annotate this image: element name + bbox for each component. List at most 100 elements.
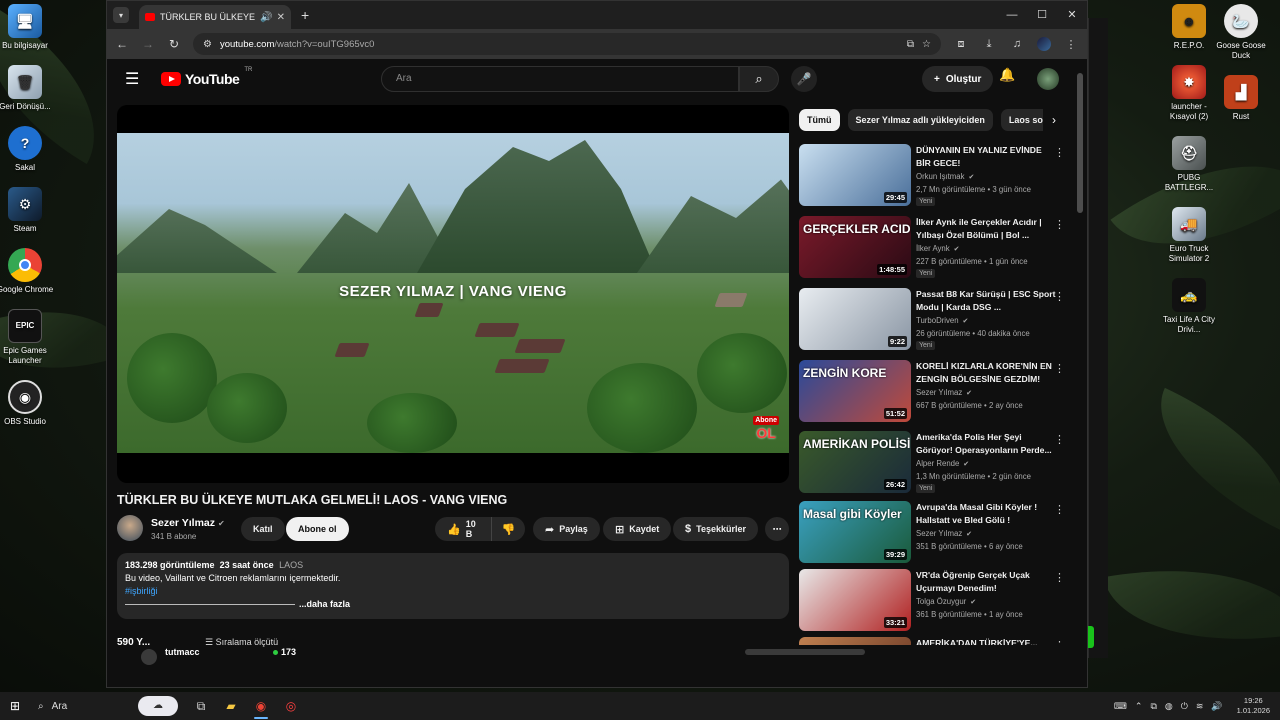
description-box[interactable]: 183.298 görüntüleme 23 saat önce LAOS Bu… <box>117 553 789 619</box>
sort-comments-button[interactable]: ☰ Sıralama ölçütü <box>205 637 278 648</box>
hamburger-menu-icon[interactable]: ☰ <box>125 69 141 89</box>
dislike-button[interactable]: 👎 <box>491 517 525 541</box>
recommendation-item[interactable]: GERÇEKLER ACIDIR 1:48:55 İlker Aynk ile Ge… <box>799 216 1069 278</box>
kebab-menu-icon[interactable]: ⋮ <box>1054 571 1065 584</box>
speaker-icon[interactable]: 🔊 <box>260 12 272 23</box>
network-icon[interactable]: ◍ <box>1165 701 1173 712</box>
windows-start-icon[interactable]: ⊞ <box>0 699 30 713</box>
recommendation-channel-wrap[interactable]: TurboDriven ✔ <box>916 316 968 325</box>
search-button[interactable]: ⌕ <box>739 66 779 92</box>
video-player[interactable]: SEZER YILMAZ | VANG VIENG Abone OL <box>117 105 789 483</box>
more-actions-button[interactable]: ⋯ <box>765 517 789 541</box>
reload-icon[interactable]: ↻ <box>167 37 181 51</box>
usb-icon[interactable]: ⏻ <box>1181 701 1188 712</box>
recommendation-channel-wrap[interactable]: Sezer Yılmaz ✔ <box>916 388 972 397</box>
desktop-icon-pubg[interactable]: ⛑ PUBG BATTLEGR... <box>1158 136 1220 193</box>
taskbar-search[interactable]: ⌕ Ara ☁ <box>30 692 186 720</box>
keyboard-icon[interactable]: ⌨ <box>1114 701 1127 712</box>
horizontal-scrollbar[interactable] <box>745 649 865 655</box>
chip-from-uploader[interactable]: Sezer Yılmaz adlı yükleyiciden <box>847 109 993 131</box>
site-info-icon[interactable]: ⚙ <box>203 39 212 50</box>
share-button[interactable]: ➦ Paylaş <box>533 517 600 541</box>
extensions-icon[interactable]: ⧈ <box>953 38 969 51</box>
tab-search-button[interactable]: ▾ <box>113 7 129 23</box>
kebab-menu-icon[interactable]: ⋮ <box>1054 433 1065 446</box>
search-input[interactable]: Ara <box>381 66 739 92</box>
url-input[interactable]: ⚙ youtube.com/watch?v=ouITG965vc0 ⧉ ☆ <box>193 33 941 55</box>
tray-app-icon[interactable]: ⧉ <box>1150 701 1156 712</box>
desktop-icon-goose[interactable]: 🦢 Goose Goose Duck <box>1210 4 1272 61</box>
recommendation-item[interactable]: AMERİKA'DAN TÜRKİYE'YE...⋮ <box>799 637 1069 645</box>
save-button[interactable]: ⊞ Kaydet <box>603 517 672 541</box>
chevron-right-icon[interactable]: › <box>1043 109 1065 131</box>
recommendation-thumbnail[interactable]: Masal gibi Köyler 39:29 <box>799 501 911 563</box>
create-button[interactable]: + Oluştur <box>922 66 994 92</box>
media-control-icon[interactable]: ♫ <box>1009 38 1025 50</box>
commenter-name[interactable]: tutmacc <box>165 647 200 657</box>
recommendation-channel-wrap[interactable]: Orkun Işıtmak ✔ <box>916 172 974 181</box>
recommendation-thumbnail[interactable] <box>799 637 911 645</box>
recommendation-thumbnail[interactable]: AMERİKAN POLİSİ 26:42 <box>799 431 911 493</box>
bookmark-star-icon[interactable]: ☆ <box>922 39 931 50</box>
desktop-icon-chrome[interactable]: Google Chrome <box>0 248 56 295</box>
recommendation-thumbnail[interactable]: 29:45 <box>799 144 911 206</box>
recommendation-title[interactable]: AMERİKA'DAN TÜRKİYE'YE... <box>916 637 1056 645</box>
notifications-bell-icon[interactable]: 🔔 <box>999 67 1015 83</box>
channel-name-wrap[interactable]: Sezer Yılmaz ✔ <box>151 517 225 529</box>
recommendation-title[interactable]: Passat B8 Kar Sürüşü | ESC Sport Modu | … <box>916 288 1056 314</box>
recommendation-channel-wrap[interactable]: İlker Aynk ✔ <box>916 244 959 253</box>
download-icon[interactable]: ⤓ <box>981 38 997 51</box>
user-avatar[interactable] <box>1037 68 1059 90</box>
recommendation-thumbnail[interactable]: 33:21 <box>799 569 911 631</box>
task-view-icon[interactable]: ⧉ <box>186 692 216 720</box>
recommendation-channel-wrap[interactable]: Alper Rende ✔ <box>916 459 969 468</box>
hashtag-link[interactable]: #işbirliği <box>125 585 781 598</box>
chip-all[interactable]: Tümü <box>799 109 840 131</box>
tray-overflow-icon[interactable]: ⌃ <box>1135 701 1143 712</box>
desktop-icon-sakal[interactable]: ? Sakal <box>0 126 56 173</box>
page-scrollbar[interactable] <box>1077 65 1085 645</box>
scrollbar-thumb[interactable] <box>1077 73 1083 213</box>
recommendation-item[interactable]: Masal gibi Köyler 39:29 Avrupa'da Masal Gi… <box>799 501 1069 563</box>
commenter-avatar[interactable] <box>141 649 157 665</box>
recommendation-channel-wrap[interactable]: Tolga Özuygur ✔ <box>916 597 976 606</box>
desktop-icon-epic[interactable]: EPIC Epic Games Launcher <box>0 309 56 366</box>
tab-youtube[interactable]: TÜRKLER BU ÜLKEYE MUTL... 🔊 ✕ <box>139 5 291 29</box>
channel-avatar[interactable] <box>117 515 143 541</box>
minimize-button[interactable]: — <box>997 1 1027 29</box>
close-window-button[interactable]: ✕ <box>1057 1 1087 29</box>
clock[interactable]: 19:26 1.01.2026 <box>1237 696 1270 716</box>
recommendation-title[interactable]: İlker Aynk ile Gerçekler Acıdır | Yılbaş… <box>916 216 1056 242</box>
back-icon[interactable]: ← <box>115 37 129 51</box>
desktop-icon-obs[interactable]: ◉ OBS Studio <box>0 380 56 427</box>
desktop-icon-recycle-bin[interactable]: 🗑 Geri Dönüşü... <box>0 65 56 112</box>
recommendation-channel-wrap[interactable]: Sezer Yılmaz ✔ <box>916 529 972 538</box>
app-taskbar-icon[interactable]: ◎ <box>276 692 306 720</box>
recommendation-title[interactable]: Amerika'da Polis Her Şeyi Görüyor! Opera… <box>916 431 1056 457</box>
desktop-icon-rust[interactable]: ▟ Rust <box>1210 75 1272 122</box>
desktop-icon-taxi-life[interactable]: 🚕 Taxi Life A City Drivi... <box>1158 278 1220 335</box>
chrome-taskbar-icon[interactable]: ◉ <box>246 692 276 720</box>
thanks-button[interactable]: $ Teşekkürler <box>673 517 758 541</box>
recommendation-title[interactable]: VR'da Öğrenip Gerçek Uçak Uçurmayı Dened… <box>916 569 1056 595</box>
close-tab-icon[interactable]: ✕ <box>277 12 285 23</box>
recommendation-item[interactable]: ZENGİN KORE 51:52 KORELİ KIZLARLA KORE'NİN… <box>799 360 1069 422</box>
join-button[interactable]: Katıl <box>241 517 285 541</box>
wifi-icon[interactable]: ≋ <box>1196 701 1204 712</box>
kebab-menu-icon[interactable]: ⋮ <box>1054 290 1065 303</box>
kebab-menu-icon[interactable]: ⋮ <box>1054 503 1065 516</box>
recommendation-title[interactable]: Avrupa'da Masal Gibi Köyler ! Hallstatt … <box>916 501 1056 527</box>
location-tag[interactable]: LAOS <box>279 560 303 570</box>
forward-icon[interactable]: → <box>141 37 155 51</box>
desktop-icon-euro-truck[interactable]: 🚚 Euro Truck Simulator 2 <box>1158 207 1220 264</box>
maximize-button[interactable]: ☐ <box>1027 1 1057 29</box>
cast-icon[interactable]: ⧉ <box>907 39 914 50</box>
recommendation-item[interactable]: AMERİKAN POLİSİ 26:42 Amerika'da Polis Her… <box>799 431 1069 493</box>
new-tab-button[interactable]: + <box>301 7 309 23</box>
kebab-menu-icon[interactable]: ⋮ <box>1054 218 1065 231</box>
show-more-link[interactable]: ...daha fazla <box>299 599 350 609</box>
kebab-menu-icon[interactable]: ⋮ <box>1054 639 1065 645</box>
browser-menu-icon[interactable]: ⋮ <box>1063 38 1079 51</box>
volume-icon[interactable]: 🔊 <box>1211 701 1222 712</box>
subscribe-button[interactable]: Abone ol <box>286 517 349 541</box>
